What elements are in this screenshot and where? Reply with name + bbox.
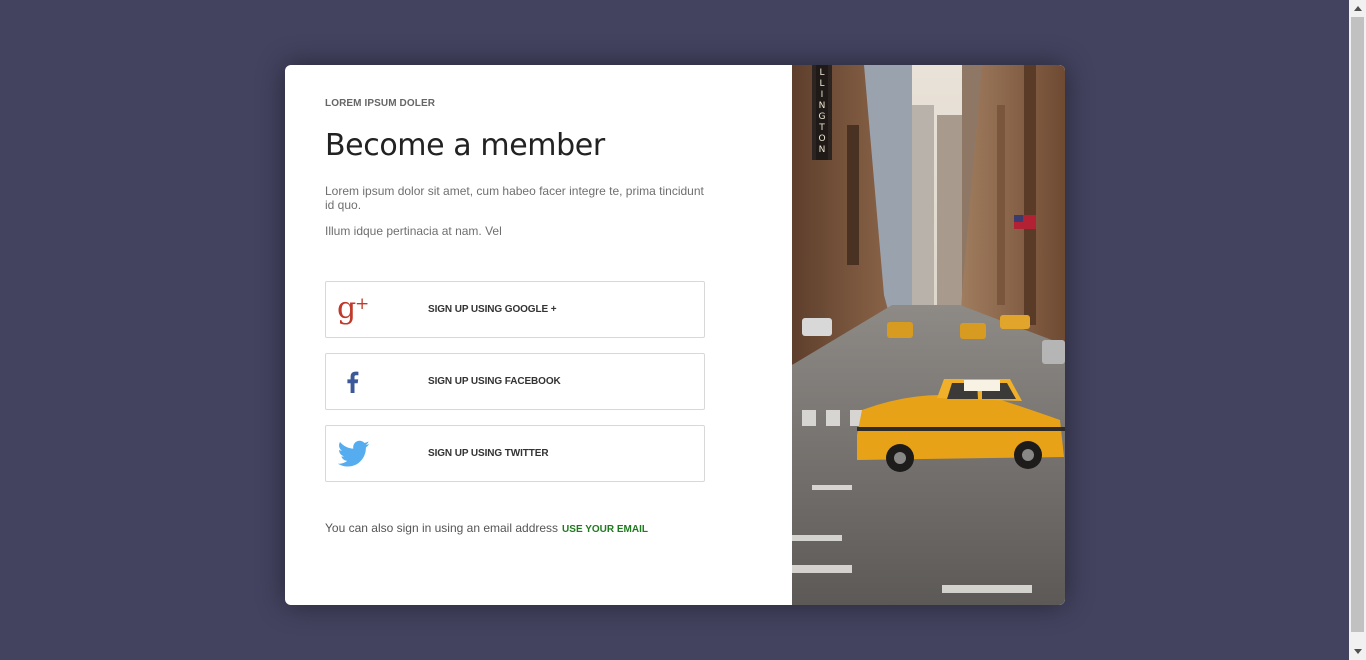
google-signup-button[interactable]: g + SIGN UP USING GOOGLE + [325,281,705,338]
google-signup-label: SIGN UP USING GOOGLE + [428,304,557,315]
svg-text:+: + [355,294,369,314]
page: LOREM IPSUM DOLER Become a member Lorem … [0,0,1366,660]
facebook-signup-label: SIGN UP USING FACEBOOK [428,376,561,387]
signup-panel: LOREM IPSUM DOLER Become a member Lorem … [285,65,792,605]
email-signin-note: You can also sign in using an email addr… [325,521,648,535]
facebook-signup-button[interactable]: SIGN UP USING FACEBOOK [325,353,705,410]
google-plus-icon: g + [336,291,372,329]
svg-text:g: g [337,293,356,326]
twitter-signup-button[interactable]: SIGN UP USING TWITTER [325,425,705,482]
twitter-icon [336,435,372,473]
description-text-secondary: Illum idque pertinacia at nam. Vel [325,224,502,238]
eyebrow-label: LOREM IPSUM DOLER [325,98,436,109]
building-sign-text: LLINGTON [818,68,825,155]
twitter-signup-label: SIGN UP USING TWITTER [428,448,549,459]
facebook-icon [336,363,372,401]
scroll-down-arrow-icon[interactable] [1349,643,1366,660]
scrollbar-thumb[interactable] [1351,17,1364,632]
signup-card: LOREM IPSUM DOLER Become a member Lorem … [285,65,1065,605]
description-text: Lorem ipsum dolor sit amet, cum habeo fa… [325,184,704,212]
city-street-taxi-photo: LLINGTON [792,65,1065,605]
vertical-scrollbar[interactable] [1349,0,1366,660]
page-title: Become a member [325,128,605,163]
use-email-link[interactable]: USE YOUR EMAIL [562,524,648,535]
scroll-up-arrow-icon[interactable] [1349,0,1366,17]
email-signin-text: You can also sign in using an email addr… [325,521,559,535]
